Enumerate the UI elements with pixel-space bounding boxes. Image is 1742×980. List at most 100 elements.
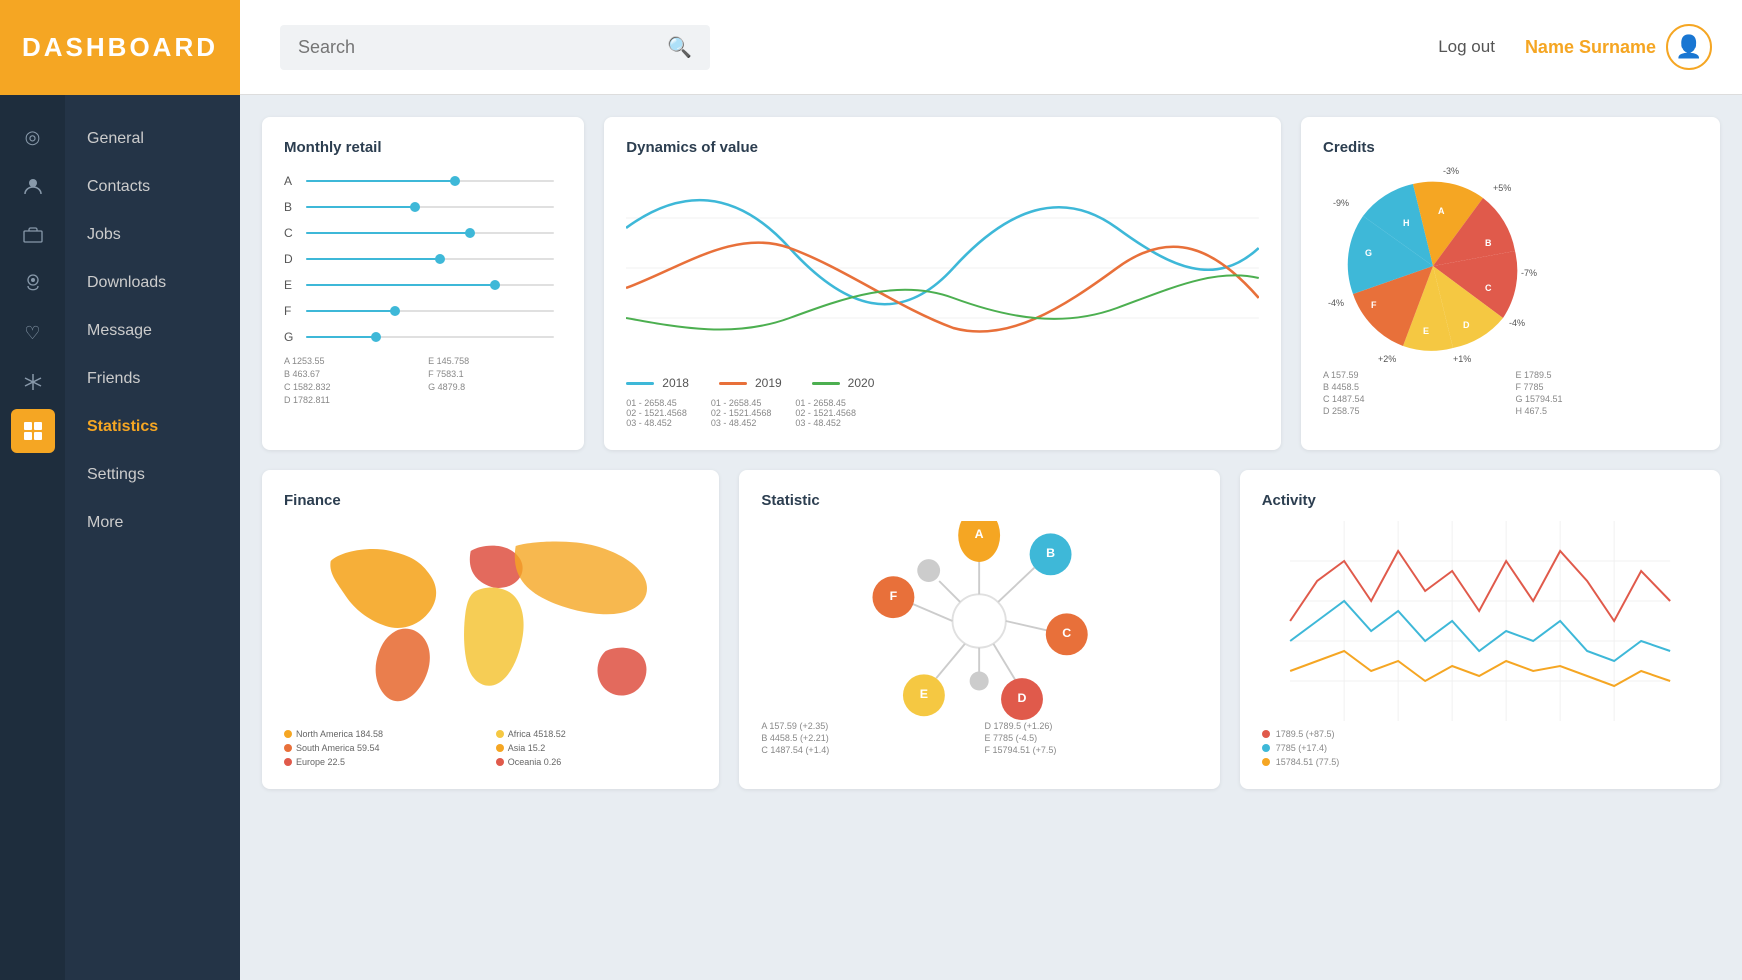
bar-label-f: F: [284, 304, 298, 318]
nav-item-settings[interactable]: Settings: [65, 451, 240, 499]
sidebar-icon-jobs[interactable]: [11, 213, 55, 257]
activity-legend: 1789.5 (+87.5) 7785 (+17.4) 15784.51 (77…: [1262, 729, 1698, 767]
bar-label-a: A: [284, 174, 298, 188]
credits-pie: H A B C D E F G -3% +5% -7% -4% +1%: [1323, 166, 1543, 366]
sidebar-nav: General Contacts Jobs Downloads Message …: [65, 95, 240, 980]
finance-title: Finance: [284, 492, 697, 509]
header: DASHBOARD 🔍 Log out Name Surname 👤: [0, 0, 1742, 95]
dynamics-title: Dynamics of value: [626, 139, 1259, 156]
header-right: Log out Name Surname 👤: [1438, 24, 1742, 70]
svg-text:F: F: [1371, 300, 1377, 310]
bar-row-b: B: [284, 200, 562, 214]
bar-fill-a: [306, 180, 455, 182]
nav-item-general[interactable]: General: [65, 115, 240, 163]
credits-card: Credits: [1301, 117, 1720, 450]
brand: DASHBOARD: [0, 0, 240, 95]
svg-text:B: B: [1485, 238, 1492, 248]
top-cards-grid: Monthly retail A B: [262, 117, 1720, 450]
svg-text:-7%: -7%: [1521, 268, 1537, 278]
bar-label-d: D: [284, 252, 298, 266]
dynamics-col-2019: 01 - 2658.45 02 - 1521.4568 03 - 48.452: [711, 398, 772, 428]
bar-row-g: G: [284, 330, 562, 344]
nav-item-message[interactable]: Message: [65, 307, 240, 355]
svg-text:D: D: [1463, 320, 1470, 330]
stat-e: E 145.758: [428, 356, 562, 366]
nav-item-statistics[interactable]: Statistics: [65, 403, 240, 451]
svg-text:-3%: -3%: [1443, 166, 1459, 176]
svg-text:B: B: [1047, 546, 1056, 560]
bar-row-a: A: [284, 174, 562, 188]
nav-item-friends[interactable]: Friends: [65, 355, 240, 403]
sidebar-icon-general[interactable]: ◎: [11, 115, 55, 159]
avatar: 👤: [1666, 24, 1712, 70]
nav-item-contacts[interactable]: Contacts: [65, 163, 240, 211]
svg-text:-4%: -4%: [1328, 298, 1344, 308]
dynamics-col-2020: 01 - 2658.45 02 - 1521.4568 03 - 48.452: [795, 398, 856, 428]
world-map: [284, 521, 697, 721]
dynamics-chart: [626, 168, 1259, 368]
svg-text:C: C: [1063, 626, 1072, 640]
activity-chart: [1262, 521, 1698, 721]
sidebar-icon-statistics[interactable]: [11, 409, 55, 453]
content: Monthly retail A B: [240, 95, 1742, 980]
nav-item-more[interactable]: More: [65, 499, 240, 547]
legend-europe: Europe 22.5: [284, 757, 486, 767]
legend-north-america: North America 184.58: [284, 729, 486, 739]
logout-button[interactable]: Log out: [1438, 37, 1495, 57]
dynamics-col-2018: 01 - 2658.45 02 - 1521.4568 03 - 48.452: [626, 398, 687, 428]
stat-f: F 7583.1: [428, 369, 562, 379]
svg-text:+5%: +5%: [1493, 183, 1511, 193]
sidebar-icons: ◎ ♡: [0, 95, 65, 980]
legend-africa: Africa 4518.52: [496, 729, 698, 739]
bottom-cards-grid: Finance: [262, 470, 1720, 789]
sidebar-icon-message[interactable]: ♡: [11, 311, 55, 355]
svg-text:A: A: [1438, 206, 1445, 216]
stat-b: B 463.67: [284, 369, 418, 379]
statistic-title: Statistic: [761, 492, 1197, 509]
statistic-card: Statistic A B: [739, 470, 1219, 789]
monthly-retail-card: Monthly retail A B: [262, 117, 584, 450]
bar-row-d: D: [284, 252, 562, 266]
svg-text:D: D: [1018, 691, 1027, 705]
svg-text:C: C: [1485, 283, 1492, 293]
legend-2020: 2020: [812, 376, 875, 390]
legend-2019: 2019: [719, 376, 782, 390]
legend-2018: 2018: [626, 376, 689, 390]
nav-item-jobs[interactable]: Jobs: [65, 211, 240, 259]
credits-data: A 157.59E 1789.5 B 4458.5F 7785 C 1487.5…: [1323, 370, 1698, 416]
search-bar[interactable]: 🔍: [280, 25, 710, 70]
stat-a: A 1253.55: [284, 356, 418, 366]
dynamics-legend: 2018 2019 2020: [626, 376, 1259, 390]
svg-text:G: G: [1365, 248, 1372, 258]
stat-d: D 1782.811: [284, 395, 418, 405]
search-icon: 🔍: [667, 35, 692, 60]
svg-text:+2%: +2%: [1378, 354, 1396, 364]
legend-asia: Asia 15.2: [496, 743, 698, 753]
monthly-retail-stats: A 1253.55 E 145.758 B 463.67 F 7583.1 C …: [284, 356, 562, 405]
bar-chart: A B: [284, 174, 562, 344]
user-info[interactable]: Name Surname 👤: [1525, 24, 1712, 70]
svg-text:+1%: +1%: [1453, 354, 1471, 364]
stat-c: C 1582.832: [284, 382, 418, 392]
sidebar-icon-friends[interactable]: [11, 360, 55, 404]
svg-text:E: E: [920, 687, 928, 701]
activity-legend-red: 1789.5 (+87.5): [1262, 729, 1698, 739]
legend-south-america: South America 59.54: [284, 743, 486, 753]
bar-row-e: E: [284, 278, 562, 292]
dynamics-card: Dynamics of value 2018: [604, 117, 1281, 450]
activity-card: Activity: [1240, 470, 1720, 789]
user-name: Name Surname: [1525, 37, 1656, 58]
search-input[interactable]: [298, 37, 659, 58]
sidebar-icon-downloads[interactable]: [11, 262, 55, 306]
finance-legend: North America 184.58 Africa 4518.52 Sout…: [284, 729, 697, 767]
svg-text:-9%: -9%: [1333, 198, 1349, 208]
sidebar-icon-contacts[interactable]: [11, 164, 55, 208]
activity-title: Activity: [1262, 492, 1698, 509]
nav-item-downloads[interactable]: Downloads: [65, 259, 240, 307]
statistic-bubble: A B C D: [761, 521, 1197, 721]
svg-text:E: E: [1423, 326, 1429, 336]
dynamics-data: 01 - 2658.45 02 - 1521.4568 03 - 48.452 …: [626, 398, 1259, 428]
statistic-data: A 157.59 (+2.35)D 1789.5 (+1.26) B 4458.…: [761, 721, 1197, 755]
bar-label-b: B: [284, 200, 298, 214]
activity-legend-orange: 15784.51 (77.5): [1262, 757, 1698, 767]
